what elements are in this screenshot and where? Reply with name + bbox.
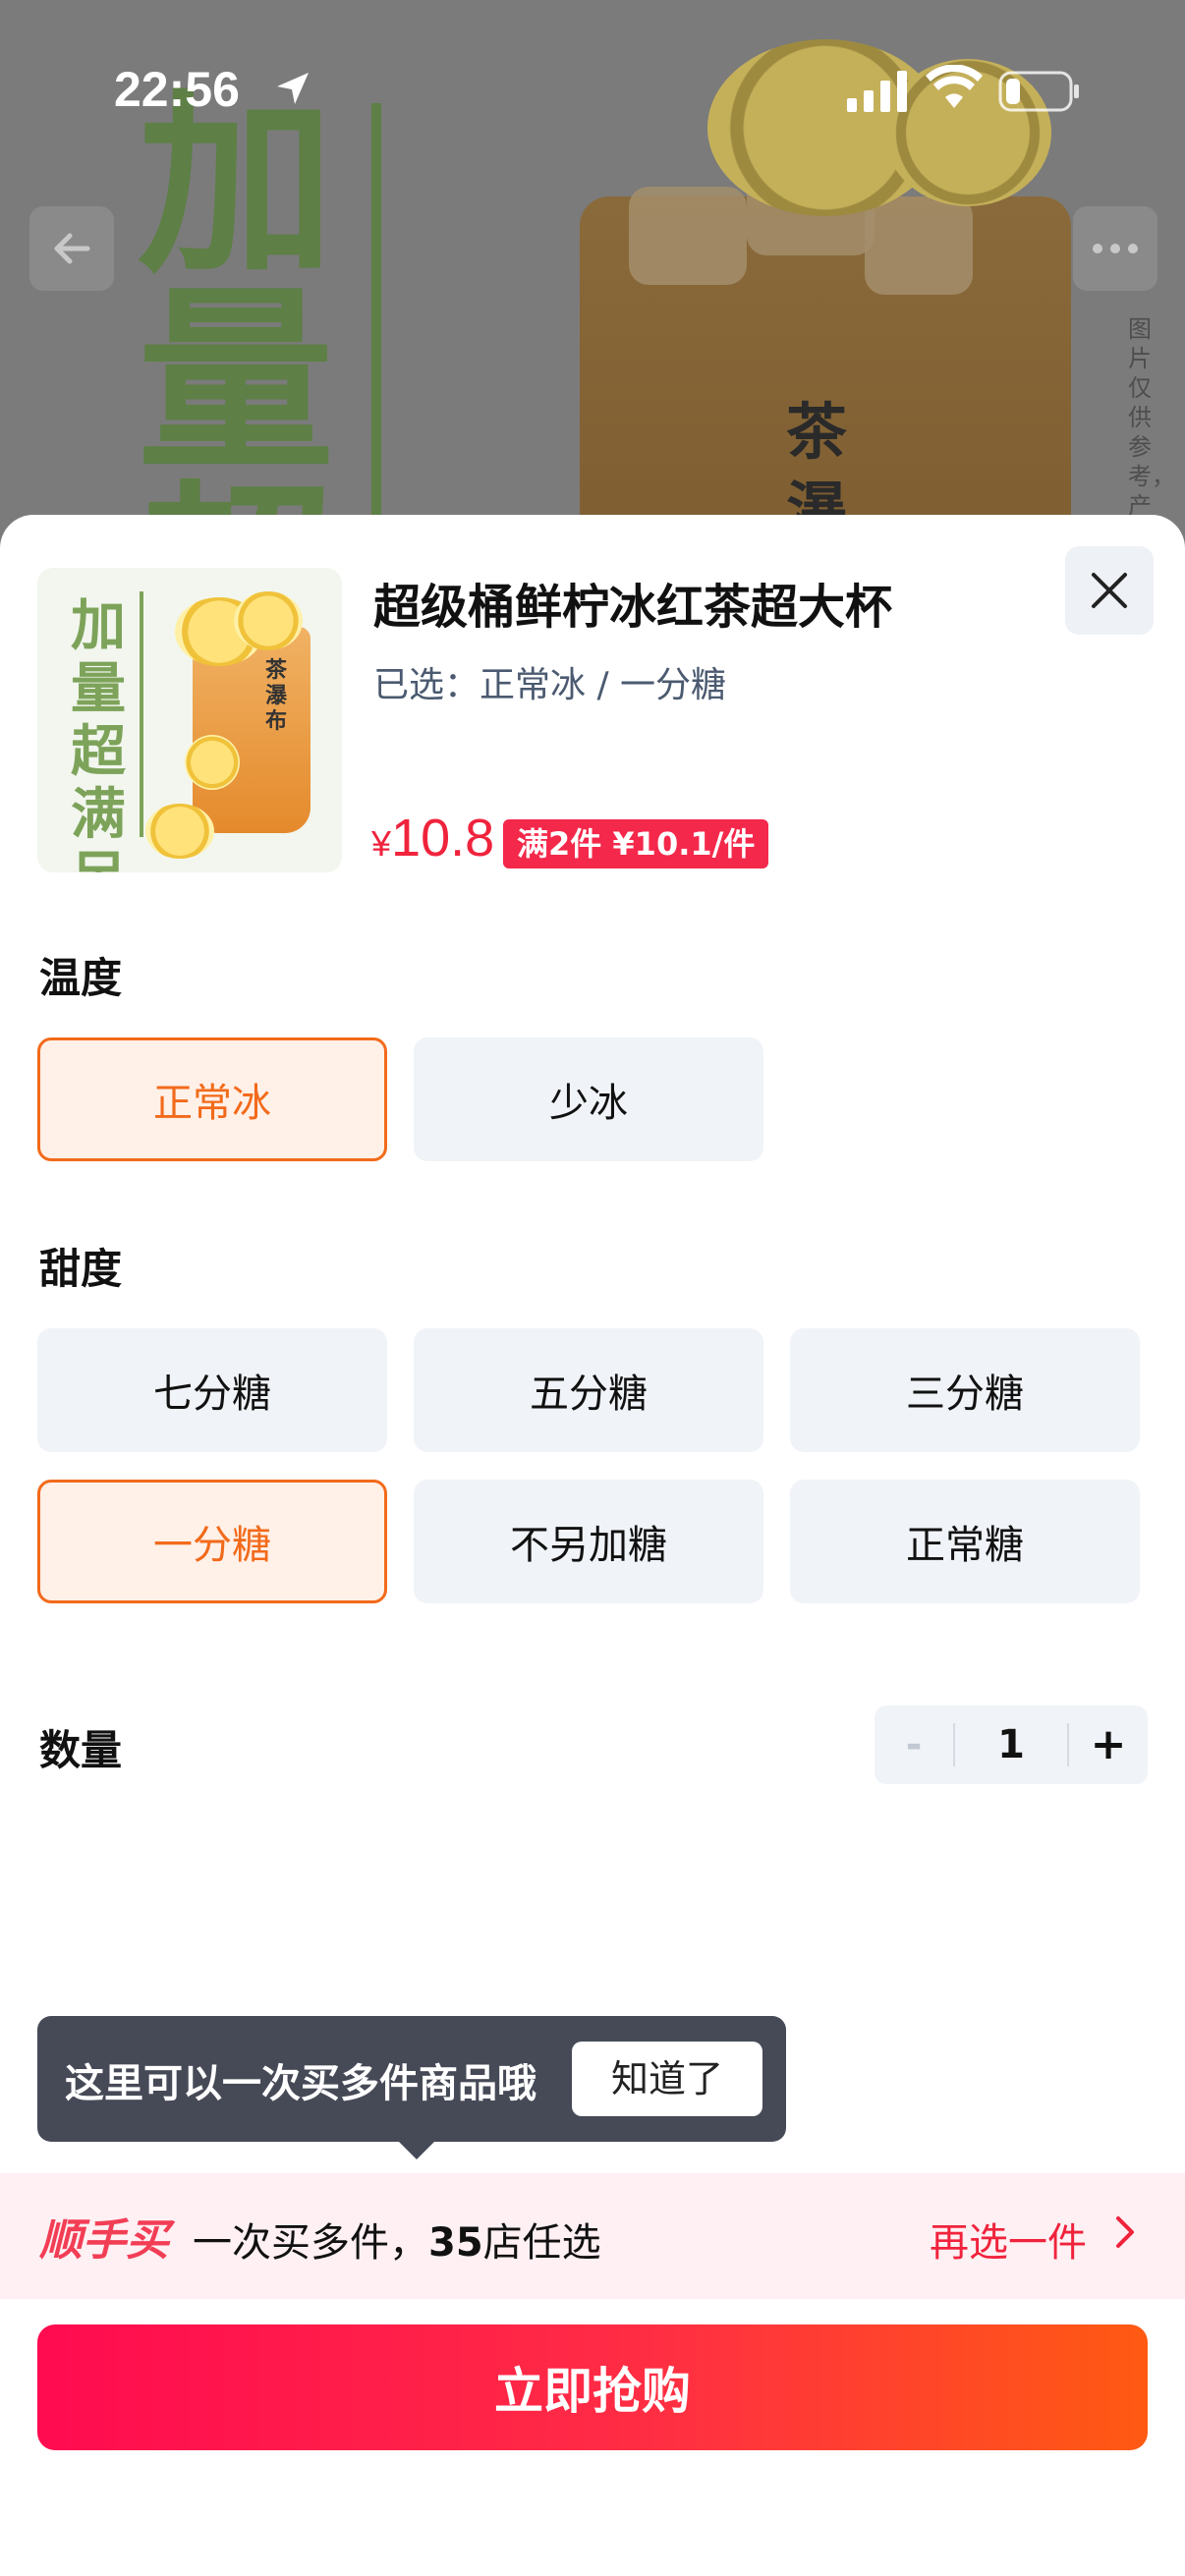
select-another-link[interactable]: 再选一件 [930, 2211, 1087, 2268]
option-temperature-less-ice[interactable]: 少冰 [414, 1037, 763, 1161]
promo-brand-logo: 顺手买 [39, 2215, 169, 2266]
price-currency: ¥ [371, 823, 392, 864]
location-arrow-icon [277, 73, 309, 104]
promo-store-count: 35 [428, 2220, 483, 2266]
option-sweetness-30[interactable]: 三分糖 [790, 1328, 1140, 1452]
promo-text-prefix: 一次买多件， [193, 2220, 428, 2266]
battery-icon [998, 71, 1079, 112]
product-title: 超级桶鲜柠冰红茶超大杯 [373, 580, 893, 635]
cellular-signal-icon [847, 71, 907, 112]
close-button[interactable] [1065, 546, 1154, 635]
close-icon [1092, 573, 1127, 608]
option-sweetness-50[interactable]: 五分糖 [414, 1328, 763, 1452]
option-temperature-normal-ice[interactable]: 正常冰 [37, 1037, 387, 1161]
slogan-char: 量 [71, 657, 126, 721]
thumbnail-slogan: 加 量 超 满 足 [71, 594, 130, 873]
selected-specs: 已选：正常冰 / 一分糖 [373, 665, 727, 705]
status-time: 22:56 [114, 62, 240, 117]
slogan-char: 加 [71, 594, 126, 658]
chevron-right-icon [1116, 2216, 1134, 2248]
product-thumbnail: 加 量 超 满 足 茶瀑布 [37, 568, 342, 872]
lemon-slice [145, 804, 214, 859]
ice-cube [629, 187, 747, 285]
quantity-stepper: - 1 + [875, 1706, 1148, 1784]
quantity-value: 1 [997, 1722, 1025, 1767]
thumbnail-divider [140, 591, 143, 837]
image-disclaimer: 图片仅供参考，产 [1128, 315, 1175, 520]
multi-buy-tooltip: 这里可以一次买多件商品哦 知道了 [37, 2016, 786, 2142]
quantity-label: 数量 [39, 1726, 123, 1774]
slogan-char: 足 [71, 847, 130, 873]
back-button[interactable] [29, 206, 114, 291]
tooltip-got-it-button[interactable]: 知道了 [572, 2042, 762, 2116]
wifi-icon [926, 65, 983, 108]
tooltip-text: 这里可以一次买多件商品哦 [65, 2061, 536, 2106]
cup-label-char: 茶 [786, 396, 848, 468]
more-button[interactable] [1073, 206, 1157, 291]
slogan-char: 超 [71, 720, 126, 784]
buy-now-button[interactable]: 立即抢购 [37, 2324, 1148, 2450]
shunshoumai-promo-bar[interactable]: 顺手买 一次买多件，35店任选 再选一件 [0, 2173, 1185, 2299]
ice-cube [865, 196, 973, 295]
tooltip-pointer [397, 2140, 436, 2159]
option-sweetness-10[interactable]: 一分糖 [37, 1480, 387, 1603]
option-sweetness-no-added[interactable]: 不另加糖 [414, 1480, 763, 1603]
price-value: 10.8 [391, 809, 495, 868]
more-dots-icon [1093, 244, 1138, 253]
promo-text-suffix: 店任选 [482, 2220, 601, 2266]
product-price: ¥10.8 [371, 808, 494, 868]
status-bar: 22:56 [0, 0, 1185, 196]
lemon-slice [234, 591, 303, 650]
quantity-plus-button[interactable]: + [1069, 1706, 1148, 1784]
temperature-title: 温度 [39, 954, 123, 1002]
option-sweetness-normal[interactable]: 正常糖 [790, 1480, 1140, 1603]
quantity-minus-button[interactable]: - [875, 1706, 953, 1784]
promo-text: 一次买多件，35店任选 [193, 2211, 601, 2268]
arrow-left-icon [54, 233, 90, 264]
multi-buy-deal-badge: 满2件 ¥10.1/件 [503, 819, 769, 868]
option-sweetness-70[interactable]: 七分糖 [37, 1328, 387, 1452]
sweetness-title: 甜度 [39, 1245, 123, 1293]
banner-char: 量 [138, 268, 335, 497]
lemon-slice [185, 735, 240, 790]
slogan-char: 满 [71, 783, 126, 847]
thumbnail-cup-label: 茶瀑布 [265, 658, 288, 734]
